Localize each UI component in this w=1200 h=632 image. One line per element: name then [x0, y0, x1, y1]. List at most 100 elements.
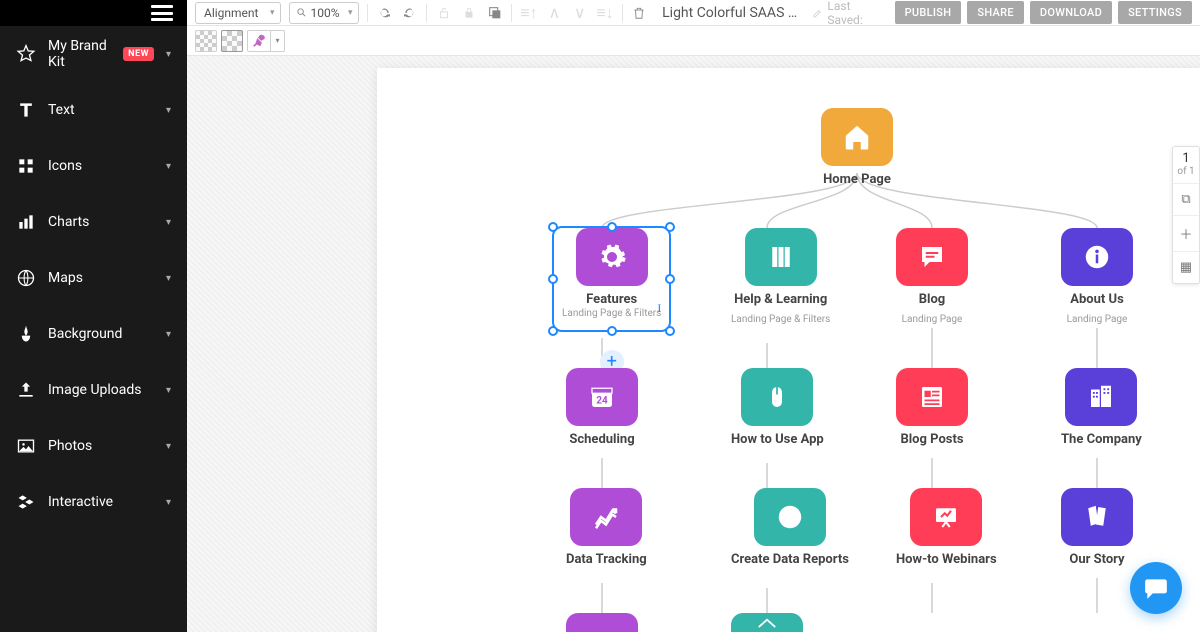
partial-tile — [566, 613, 638, 632]
forward-icon: ∧ — [546, 4, 563, 22]
newspaper-icon — [896, 368, 968, 426]
main: Alignment 100% ≡↑ ∧ ∨ ≡↓ Light Colorful … — [187, 0, 1200, 632]
undo-icon[interactable] — [375, 4, 392, 22]
star-icon — [16, 44, 36, 64]
node-title: Blog Posts — [900, 432, 963, 448]
page[interactable]: Home Page Features Landing Page & Filter… — [377, 68, 1200, 632]
chevron-down-icon: ▾ — [166, 497, 171, 508]
chevron-down-icon: ▾ — [166, 49, 171, 60]
node-blog[interactable]: Blog Landing Page — [896, 228, 968, 326]
sidebar-item-charts[interactable]: Charts ▾ — [0, 194, 187, 250]
resize-handle-s[interactable] — [607, 326, 617, 336]
node-data-tracking[interactable]: Data Tracking — [566, 488, 647, 568]
resize-handle-se[interactable] — [665, 326, 675, 336]
node-partial-1[interactable] — [566, 613, 638, 632]
node-help-learning[interactable]: Help & Learning Landing Page & Filters — [731, 228, 830, 326]
duplicate-page-icon[interactable]: ⧉ — [1173, 184, 1199, 216]
zoom-select[interactable]: 100% — [289, 2, 358, 24]
grid-toggle-2[interactable] — [221, 30, 243, 52]
svg-text:24: 24 — [596, 395, 608, 406]
backward-icon: ∨ — [571, 4, 588, 22]
node-title: The Company — [1061, 432, 1142, 448]
sidebar-item-interactive[interactable]: Interactive ▾ — [0, 474, 187, 530]
sidebar-item-brand-kit[interactable]: My Brand Kit NEW ▾ — [0, 26, 187, 82]
subtoolbar: ▾ — [187, 26, 1200, 56]
node-scheduling[interactable]: 24 Scheduling — [566, 368, 638, 448]
calendar-icon: 24 — [566, 368, 638, 426]
hamburger-icon[interactable] — [151, 5, 173, 21]
grid-toggle-1[interactable] — [195, 30, 217, 52]
chevron-down-icon[interactable]: ▾ — [270, 31, 284, 51]
add-page-icon[interactable]: ＋ — [1173, 216, 1199, 252]
last-saved-label: Last Saved: — [827, 0, 886, 27]
sidebar-item-label: Image Uploads — [48, 382, 154, 398]
publish-button[interactable]: PUBLISH — [895, 1, 962, 24]
node-title: About Us — [1070, 292, 1124, 308]
node-title: Our Story — [1069, 552, 1124, 568]
resize-handle-sw[interactable] — [548, 326, 558, 336]
node-title: Scheduling — [569, 432, 634, 448]
node-our-story[interactable]: Our Story — [1061, 488, 1133, 568]
sidebar-item-photos[interactable]: Photos ▾ — [0, 418, 187, 474]
node-home-page[interactable]: Home Page — [821, 108, 893, 188]
alignment-select[interactable]: Alignment — [195, 2, 281, 24]
sidebar-item-image-uploads[interactable]: Image Uploads ▾ — [0, 362, 187, 418]
sidebar-item-label: Photos — [48, 438, 154, 454]
node-subtitle: Landing Page — [902, 314, 963, 326]
sidebar-item-text[interactable]: Text ▾ — [0, 82, 187, 138]
node-features[interactable]: Features Landing Page & Filters I + — [554, 228, 669, 374]
sidebar: My Brand Kit NEW ▾ Text ▾ Icons ▾ Charts… — [0, 0, 187, 632]
copy-icon[interactable] — [486, 4, 503, 22]
sidebar-item-icons[interactable]: Icons ▾ — [0, 138, 187, 194]
sidebar-item-label: Maps — [48, 270, 154, 286]
badge-new: NEW — [123, 47, 154, 61]
eyedropper-icon[interactable] — [248, 31, 270, 51]
chevron-down-icon: ▾ — [166, 441, 171, 452]
node-blog-posts[interactable]: Blog Posts — [896, 368, 968, 448]
chat-button[interactable] — [1130, 562, 1182, 614]
sidebar-item-label: Charts — [48, 214, 154, 230]
resize-handle-w[interactable] — [548, 274, 558, 284]
text-icon — [16, 100, 36, 120]
toolbar: Alignment 100% ≡↑ ∧ ∨ ≡↓ Light Colorful … — [187, 0, 1200, 26]
trash-icon[interactable] — [631, 4, 648, 22]
page-navigator: 1 of 1 ⧉ ＋ ▦ — [1172, 146, 1200, 284]
node-how-to-use[interactable]: How to Use App — [731, 368, 824, 448]
bring-front-icon: ≡↑ — [520, 4, 537, 22]
sidebar-item-maps[interactable]: Maps ▾ — [0, 250, 187, 306]
resize-handle-ne[interactable] — [665, 222, 675, 232]
interactive-icon — [16, 492, 36, 512]
resize-handle-n[interactable] — [607, 222, 617, 232]
node-create-reports[interactable]: Create Data Reports — [731, 488, 849, 568]
edit-icon — [812, 7, 824, 19]
grid-view-icon[interactable]: ▦ — [1173, 252, 1199, 283]
pie-icon — [754, 488, 826, 546]
download-button[interactable]: DOWNLOAD — [1030, 1, 1112, 24]
page-of: of 1 — [1173, 166, 1199, 184]
presentation-icon — [910, 488, 982, 546]
chat-icon — [1143, 575, 1169, 601]
share-button[interactable]: SHARE — [967, 1, 1024, 24]
lock-open-icon — [435, 4, 452, 22]
resize-handle-nw[interactable] — [548, 222, 558, 232]
eyedropper-tool[interactable]: ▾ — [247, 30, 285, 52]
redo-icon[interactable] — [401, 4, 418, 22]
node-title: Features — [562, 292, 661, 308]
node-subtitle: Landing Page & Filters — [731, 314, 830, 326]
maps-icon — [16, 268, 36, 288]
node-the-company[interactable]: The Company — [1061, 368, 1142, 448]
sidebar-item-label: Interactive — [48, 494, 154, 510]
sidebar-top — [0, 0, 187, 26]
settings-button[interactable]: SETTINGS — [1118, 1, 1192, 24]
node-howto-webinars[interactable]: How-to Webinars — [896, 488, 997, 568]
canvas[interactable]: Home Page Features Landing Page & Filter… — [187, 56, 1200, 632]
chevron-down-icon: ▾ — [166, 105, 171, 116]
resize-handle-e[interactable] — [665, 274, 675, 284]
node-about-us[interactable]: About Us Landing Page — [1061, 228, 1133, 326]
node-title: How-to Webinars — [896, 552, 997, 568]
alignment-label: Alignment — [204, 6, 258, 20]
sidebar-item-background[interactable]: Background ▾ — [0, 306, 187, 362]
node-partial-2[interactable] — [731, 613, 803, 632]
node-subtitle[interactable]: Landing Page & Filters — [562, 308, 661, 320]
building-icon — [1065, 368, 1137, 426]
